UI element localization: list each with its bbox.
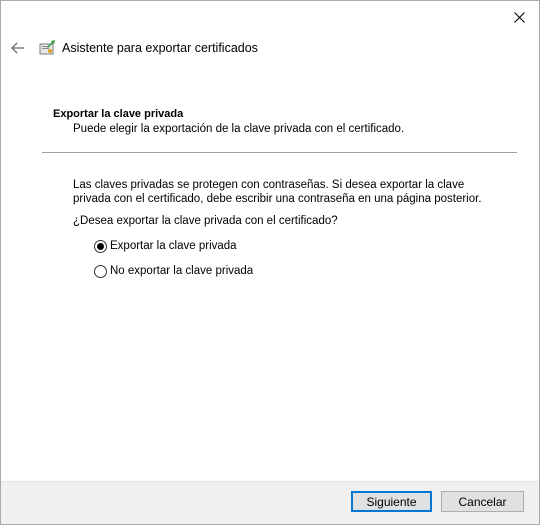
- next-button[interactable]: Siguiente: [351, 491, 432, 512]
- radio-selected-icon[interactable]: [94, 239, 107, 253]
- cancel-button[interactable]: Cancelar: [441, 491, 524, 512]
- radio-label-no-export[interactable]: No exportar la clave privada: [110, 265, 253, 277]
- back-arrow-icon: [11, 42, 24, 54]
- radio-no-export-private-key[interactable]: No exportar la clave privada: [94, 263, 253, 279]
- wizard-footer: Siguiente Cancelar: [1, 481, 539, 524]
- wizard-title: Asistente para exportar certificados: [62, 41, 258, 55]
- radio-label-export[interactable]: Exportar la clave privada: [110, 240, 237, 252]
- radio-dot: [97, 242, 104, 250]
- description-text: Las claves privadas se protegen con cont…: [73, 179, 482, 205]
- radio-export-private-key[interactable]: Exportar la clave privada: [94, 238, 237, 254]
- section-heading: Exportar la clave privada: [53, 108, 184, 120]
- export-certificate-wizard-window: Asistente para exportar certificados Exp…: [0, 0, 540, 525]
- certificate-wizard-icon: [39, 40, 55, 55]
- close-button[interactable]: [499, 1, 539, 33]
- section-subheading: Puede elegir la exportación de la clave …: [73, 123, 405, 135]
- back-button[interactable]: [7, 37, 29, 59]
- radio-unselected-icon[interactable]: [94, 264, 107, 278]
- close-icon: [513, 11, 525, 23]
- export-question: ¿Desea exportar la clave privada con el …: [73, 215, 338, 227]
- header-divider: [42, 152, 517, 153]
